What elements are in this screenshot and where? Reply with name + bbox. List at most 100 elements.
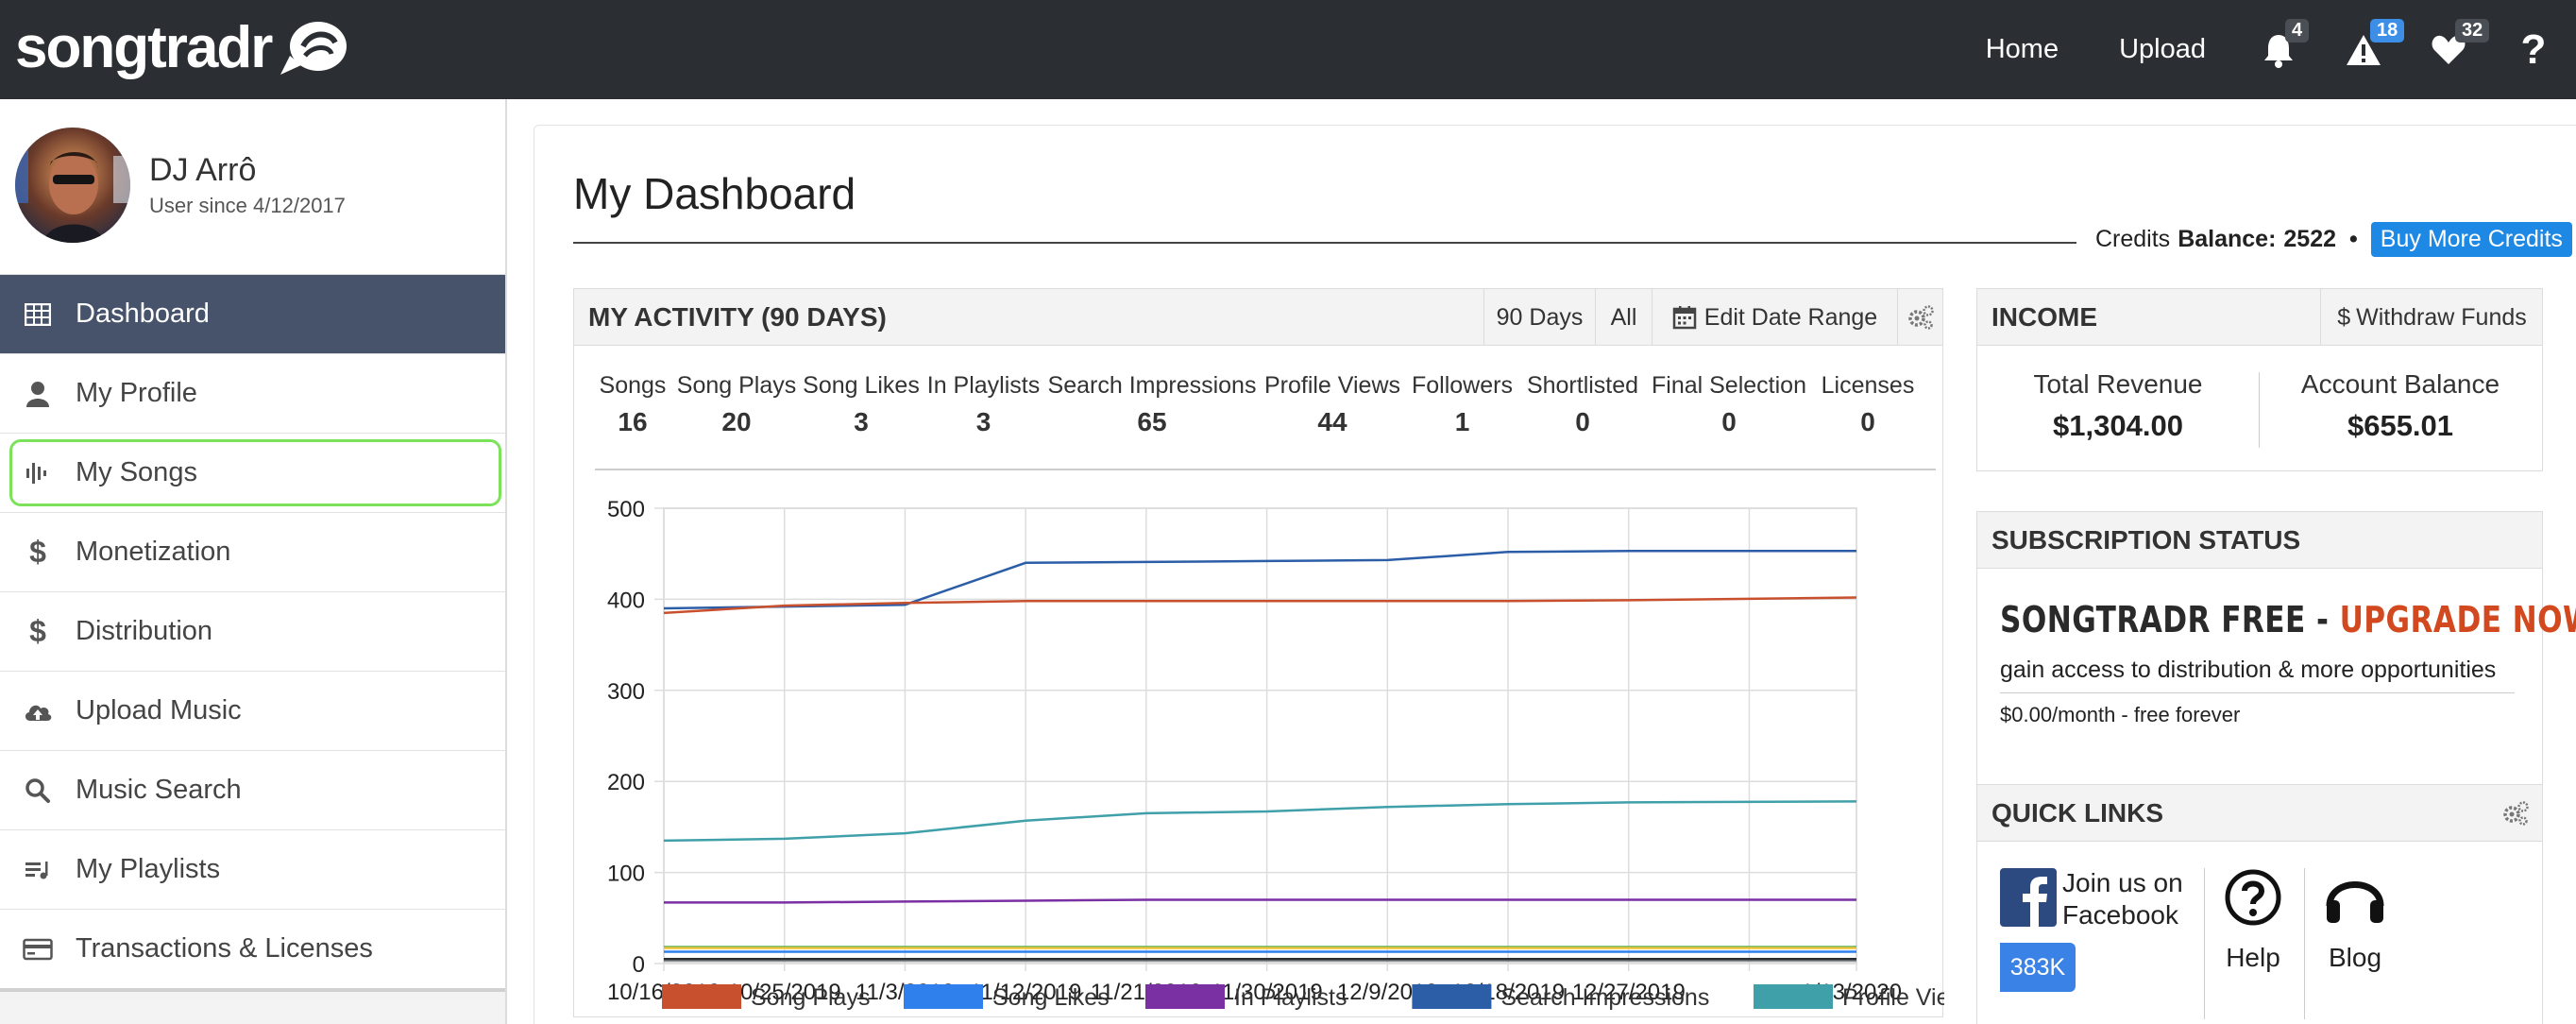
help-circle-icon bbox=[2225, 869, 2281, 926]
table-icon bbox=[0, 302, 76, 326]
sidebar-item-label: Distribution bbox=[76, 616, 213, 646]
sidebar-item-my-songs[interactable]: My Songs bbox=[0, 433, 505, 512]
chart-y-tick-label: 0 bbox=[633, 952, 645, 978]
sidebar-item-label: My Playlists bbox=[76, 854, 221, 884]
dollar-icon: $ bbox=[2337, 303, 2351, 331]
profile-card: DJ Arrô User since 4/12/2017 bbox=[0, 99, 505, 274]
sidebar-item-transactions[interactable]: Transactions & Licenses bbox=[0, 909, 505, 988]
profile-since: User since 4/12/2017 bbox=[149, 194, 346, 217]
sidebar-item-distribution[interactable]: $ Distribution bbox=[0, 591, 505, 671]
blog-label: Blog bbox=[2328, 943, 2382, 972]
chart-legend-label: In Playlists bbox=[1234, 984, 1347, 1011]
facebook-link[interactable]: Join us on Facebook bbox=[2000, 868, 2198, 934]
chart-plot-area bbox=[663, 507, 1857, 964]
withdraw-funds-button[interactable]: $ Withdraw Funds bbox=[2320, 289, 2543, 346]
withdraw-funds-label: Withdraw Funds bbox=[2356, 303, 2527, 331]
help-link[interactable]: Help bbox=[2215, 868, 2291, 973]
account-balance: Account Balance $655.01 bbox=[2259, 369, 2542, 443]
logo-text: songtradr bbox=[15, 15, 273, 80]
waveform-icon bbox=[0, 460, 76, 486]
facebook-line2: Facebook bbox=[2062, 900, 2178, 930]
sidebar-item-monetization[interactable]: $ Monetization bbox=[0, 512, 505, 591]
quick-links-divider bbox=[2304, 868, 2305, 1019]
sidebar-item-upload-music[interactable]: Upload Music bbox=[0, 671, 505, 750]
balance-label: Balance: bbox=[2178, 225, 2277, 252]
quick-links-panel: QUICK LINKS Join us on Facebook 383K Hel… bbox=[1976, 784, 2543, 1024]
sidebar: DJ Arrô User since 4/12/2017 Dashboard M… bbox=[0, 99, 507, 1024]
buy-credits-button[interactable]: Buy More Credits bbox=[2370, 221, 2572, 257]
sidebar-item-my-playlists[interactable]: My Playlists bbox=[0, 829, 505, 909]
chart-legend-swatch bbox=[1412, 984, 1492, 1009]
subscription-title: SUBSCRIPTION STATUS bbox=[1991, 524, 2301, 555]
subscription-description: gain access to distribution & more oppor… bbox=[2000, 657, 2497, 683]
sidebar-item-music-search[interactable]: Music Search bbox=[0, 750, 505, 829]
notifications-button[interactable]: 4 bbox=[2236, 0, 2321, 99]
profile-name[interactable]: DJ Arrô bbox=[149, 152, 256, 189]
nav-home-link[interactable]: Home bbox=[1956, 34, 2089, 65]
upgrade-now-link[interactable]: UPGRADE NOW bbox=[2340, 599, 2576, 640]
account-balance-value: $655.01 bbox=[2347, 409, 2454, 442]
chart-legend-swatch bbox=[1754, 984, 1833, 1009]
alerts-badge: 18 bbox=[2370, 19, 2405, 43]
subscription-price: $0.00/month - free forever bbox=[2000, 703, 2241, 726]
sidebar-divider bbox=[0, 988, 505, 992]
chart-legend-label: Song Plays bbox=[751, 984, 870, 1011]
chart-y-tick-label: 200 bbox=[607, 770, 645, 795]
quick-links-divider bbox=[2204, 868, 2205, 1019]
songtradr-logo[interactable]: songtradr bbox=[15, 15, 352, 81]
avatar[interactable] bbox=[15, 128, 130, 243]
activity-chart: 010020030040050010/16/201910/25/201911/3… bbox=[607, 497, 1944, 1011]
sidebar-item-label: Transactions & Licenses bbox=[76, 933, 373, 964]
facebook-follower-count[interactable]: 383K bbox=[2000, 943, 2076, 992]
top-nav-links: Home Upload 4 18 32 ? bbox=[1956, 0, 2576, 99]
playlist-icon bbox=[0, 860, 76, 880]
main-content: My Dashboard Credits Balance: 2522 • Buy… bbox=[534, 125, 2576, 1024]
total-revenue-value: $1,304.00 bbox=[2053, 409, 2183, 442]
balance-value: 2522 bbox=[2283, 225, 2337, 252]
subscription-panel-header: SUBSCRIPTION STATUS bbox=[1977, 512, 2542, 569]
sidebar-item-label: Music Search bbox=[76, 775, 242, 805]
facebook-line1: Join us on bbox=[2062, 868, 2183, 897]
chart-y-tick-label: 500 bbox=[607, 497, 645, 522]
avatar-image bbox=[15, 128, 130, 243]
credits-balance: Credits Balance: 2522 • Buy More Credits bbox=[2095, 220, 2572, 258]
quick-links-settings-button[interactable] bbox=[2500, 800, 2531, 831]
account-balance-label: Account Balance bbox=[2300, 369, 2500, 399]
quick-links-panel-header: QUICK LINKS bbox=[1977, 785, 2542, 842]
alerts-button[interactable]: 18 bbox=[2321, 0, 2406, 99]
cloud-upload-icon bbox=[0, 700, 76, 723]
activity-panel: MY ACTIVITY (90 DAYS) 90 Days All Edit D… bbox=[573, 288, 1944, 1017]
page-title: My Dashboard bbox=[573, 169, 856, 218]
separator: • bbox=[2349, 225, 2358, 252]
total-revenue: Total Revenue $1,304.00 bbox=[1977, 369, 2259, 443]
subscription-plan: SONGTRADR FREE - UPGRADE NOW bbox=[2000, 599, 2576, 640]
total-revenue-label: Total Revenue bbox=[2033, 369, 2203, 399]
sidebar-item-label: Upload Music bbox=[76, 695, 242, 725]
search-icon bbox=[0, 777, 76, 804]
sidebar-item-my-profile[interactable]: My Profile bbox=[0, 353, 505, 433]
help-icon: ? bbox=[2520, 26, 2547, 73]
dollar-icon: $ bbox=[29, 535, 46, 569]
chart-y-tick-label: 100 bbox=[607, 862, 645, 887]
blog-link[interactable]: Blog bbox=[2317, 868, 2393, 973]
chart-legend-label: Profile Views bbox=[1842, 984, 1944, 1011]
sidebar-item-label: My Songs bbox=[76, 457, 197, 487]
dollar-icon: $ bbox=[29, 614, 46, 648]
chart-legend-label: Search Impressions bbox=[1500, 984, 1709, 1011]
chart-legend-swatch bbox=[662, 984, 741, 1009]
top-navbar: songtradr Home Upload 4 18 32 ? bbox=[0, 0, 2576, 99]
facebook-icon bbox=[2000, 868, 2057, 927]
income-title: INCOME bbox=[1991, 301, 2097, 332]
income-panel: INCOME $ Withdraw Funds Total Revenue $1… bbox=[1976, 288, 2543, 471]
chart-legend-swatch bbox=[904, 984, 983, 1009]
user-icon bbox=[0, 381, 76, 407]
sidebar-nav: Dashboard My Profile My Songs $ Monetiza… bbox=[0, 274, 505, 988]
nav-upload-link[interactable]: Upload bbox=[2089, 34, 2236, 65]
likes-badge: 32 bbox=[2455, 19, 2490, 43]
title-divider bbox=[573, 242, 2076, 244]
notifications-badge: 4 bbox=[2285, 19, 2310, 43]
sidebar-item-dashboard[interactable]: Dashboard bbox=[0, 274, 505, 353]
income-panel-header: INCOME $ Withdraw Funds bbox=[1977, 289, 2542, 346]
likes-button[interactable]: 32 bbox=[2406, 0, 2491, 99]
help-button[interactable]: ? bbox=[2491, 0, 2576, 99]
